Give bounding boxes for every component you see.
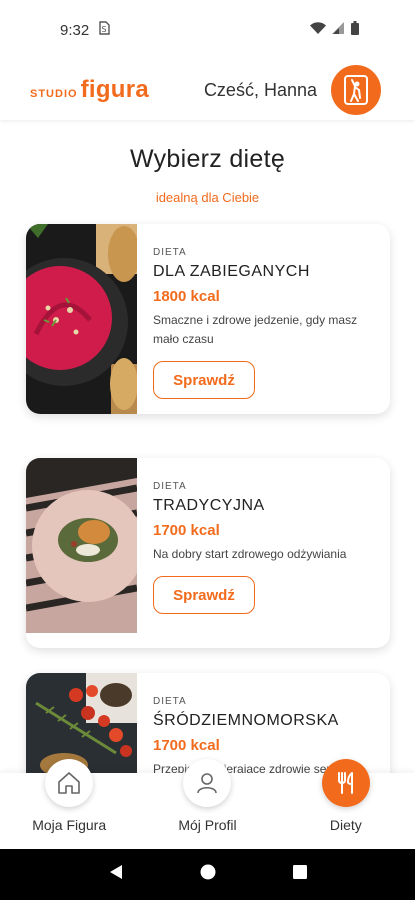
diet-calories: 1700 kcal xyxy=(153,737,220,754)
diet-description: Na dobry start zdrowego odżywiania xyxy=(153,547,347,561)
plated-dish-photo xyxy=(26,458,144,648)
logo-studio-text: STUDIO xyxy=(30,88,78,100)
status-bar: 9:32 S xyxy=(0,0,415,60)
wifi-icon xyxy=(310,21,326,39)
logo-figura-text: figura xyxy=(80,76,150,103)
figure-logo-icon xyxy=(344,75,368,105)
diet-list-screen: Wybierz dietę idealną dla Ciebie DIETA D… xyxy=(0,120,415,773)
fork-knife-icon[interactable] xyxy=(321,759,370,807)
diet-calories: 1700 kcal xyxy=(153,522,220,539)
diet-card[interactable]: DIETA DLA ZABIEGANYCH 1800 kcal Smaczne … xyxy=(26,224,390,414)
recent-apps-icon[interactable] xyxy=(292,865,307,884)
diet-card[interactable]: DIETA ŚRÓDZIEMNOMORSKA 1700 kcal Przepis… xyxy=(26,673,390,773)
diet-name: TRADYCYJNA xyxy=(153,497,265,514)
diet-kicker: DIETA xyxy=(153,696,187,707)
android-navigation-bar xyxy=(0,849,415,900)
diet-calories: 1800 kcal xyxy=(153,288,220,305)
check-diet-button[interactable]: Sprawdź xyxy=(153,576,255,614)
home-circle-icon[interactable] xyxy=(200,864,216,885)
page-title: Wybierz dietę xyxy=(129,145,286,173)
nav-label: Mój Profil xyxy=(178,817,237,833)
page-subtitle: idealną dla Ciebie xyxy=(155,190,260,205)
diet-card-body: DIETA TRADYCYJNA 1700 kcal Na dobry star… xyxy=(137,458,390,648)
nav-item-moja-figura[interactable]: Moja Figura xyxy=(0,759,138,849)
home-icon[interactable] xyxy=(45,759,94,807)
user-greeting: Cześć, Hanna xyxy=(203,79,317,100)
studio-figura-logo[interactable]: STUDIO figura xyxy=(30,76,149,104)
diet-name: DLA ZABIEGANYCH xyxy=(153,263,310,280)
phone-screen: 9:32 S STUDIO figura Cześć, Hanna Wybier… xyxy=(0,0,415,900)
sim-card-icon: S xyxy=(99,21,110,39)
app-header: STUDIO figura Cześć, Hanna xyxy=(0,60,415,120)
diet-kicker: DIETA xyxy=(153,247,187,258)
signal-icon xyxy=(332,21,345,39)
diet-kicker: DIETA xyxy=(153,481,187,492)
svg-text:S: S xyxy=(102,25,107,34)
nav-label: Diety xyxy=(329,817,362,833)
back-icon[interactable] xyxy=(108,864,124,885)
nav-item-moj-profil[interactable]: Mój Profil xyxy=(138,759,276,849)
beet-hummus-photo xyxy=(26,224,140,414)
avatar[interactable] xyxy=(331,65,381,115)
diet-description: Smaczne i zdrowe jedzenie, gdy masz mało… xyxy=(153,313,358,346)
diet-card-body: DIETA ŚRÓDZIEMNOMORSKA 1700 kcal Przepis… xyxy=(137,673,390,773)
check-diet-button[interactable]: Sprawdź xyxy=(153,361,255,399)
diet-card-body: DIETA DLA ZABIEGANYCH 1800 kcal Smaczne … xyxy=(137,224,390,414)
nav-item-diety[interactable]: Diety xyxy=(277,759,415,849)
diet-card[interactable]: DIETA TRADYCYJNA 1700 kcal Na dobry star… xyxy=(26,458,390,648)
mediterranean-food-photo xyxy=(26,673,137,773)
battery-icon xyxy=(351,21,359,39)
status-time: 9:32 xyxy=(60,21,90,39)
user-icon[interactable] xyxy=(183,759,232,807)
diet-name: ŚRÓDZIEMNOMORSKA xyxy=(153,712,339,729)
bottom-navigation: Moja Figura Mój Profil Diety xyxy=(0,759,415,849)
nav-label: Moja Figura xyxy=(32,817,107,833)
